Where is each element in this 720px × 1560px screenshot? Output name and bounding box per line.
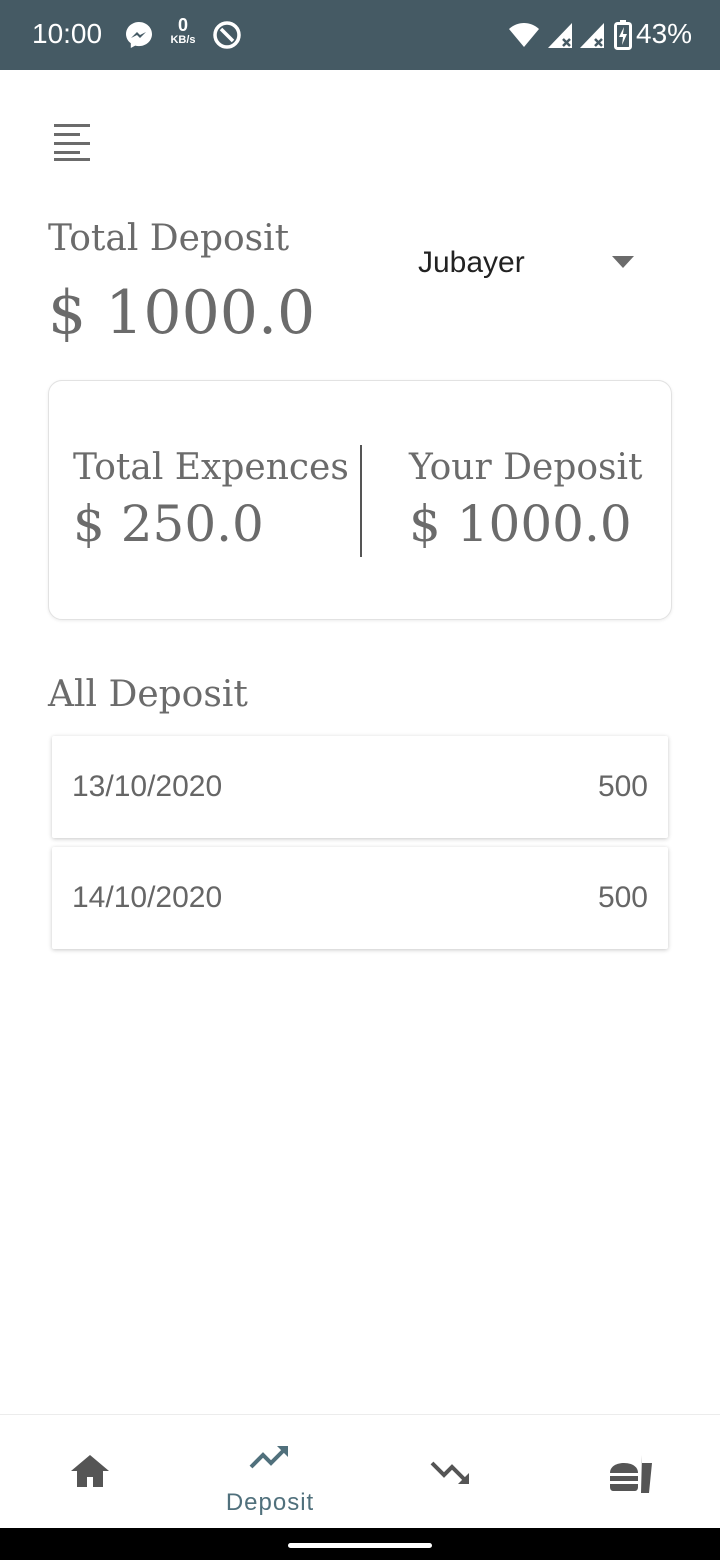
total-deposit-label: Total Deposit <box>48 218 290 259</box>
summary-divider <box>360 445 362 557</box>
nav-meals[interactable] <box>540 1415 720 1529</box>
total-deposit-value: $ 1000.0 <box>48 278 316 348</box>
deposit-amount: 500 <box>597 881 648 914</box>
home-icon <box>71 1455 109 1487</box>
status-bar: 10:00 0 KB/s 4 43% <box>0 0 720 70</box>
total-expenses-label: Total Expences <box>73 447 349 488</box>
your-deposit-value: $ 1000.0 <box>409 495 632 553</box>
status-time: 10:00 <box>32 18 103 49</box>
list-item[interactable]: 14/10/2020 500 <box>52 847 668 949</box>
wifi-icon: 4 <box>508 18 540 52</box>
trending-down-icon <box>430 1461 469 1484</box>
home-gesture-handle[interactable] <box>288 1543 432 1548</box>
menu-icon <box>54 124 90 161</box>
nav-expenses[interactable] <box>360 1415 540 1529</box>
total-expenses-value: $ 250.0 <box>73 495 264 553</box>
nav-deposit[interactable]: Deposit <box>180 1415 360 1529</box>
trending-up-icon <box>249 1446 288 1469</box>
nav-deposit-label: Deposit <box>225 1489 315 1516</box>
signal-icon <box>546 18 574 52</box>
deposit-date: 14/10/2020 <box>72 881 223 914</box>
your-deposit-label: Your Deposit <box>409 447 643 488</box>
messenger-icon <box>124 18 154 52</box>
battery-charging-icon <box>614 18 632 52</box>
signal-icon <box>578 18 606 52</box>
list-item[interactable]: 13/10/2020 500 <box>52 736 668 838</box>
battery-percent: 43% <box>636 18 693 49</box>
summary-card: Total Expences $ 250.0 Your Deposit $ 10… <box>48 380 672 620</box>
fastfood-icon <box>610 1455 652 1493</box>
svg-text:4: 4 <box>530 34 537 47</box>
all-deposit-title: All Deposit <box>48 674 248 715</box>
at-sign-icon <box>212 18 242 52</box>
nav-home[interactable] <box>0 1415 180 1529</box>
member-dropdown[interactable]: Jubayer <box>418 240 644 288</box>
bottom-nav: Deposit <box>0 1414 720 1529</box>
deposit-amount: 500 <box>597 770 648 803</box>
net-speed: 0 KB/s <box>170 15 196 46</box>
member-dropdown-value: Jubayer <box>418 246 525 279</box>
deposit-date: 13/10/2020 <box>72 770 223 803</box>
menu-button[interactable] <box>50 120 94 164</box>
caret-down-icon <box>612 256 634 268</box>
